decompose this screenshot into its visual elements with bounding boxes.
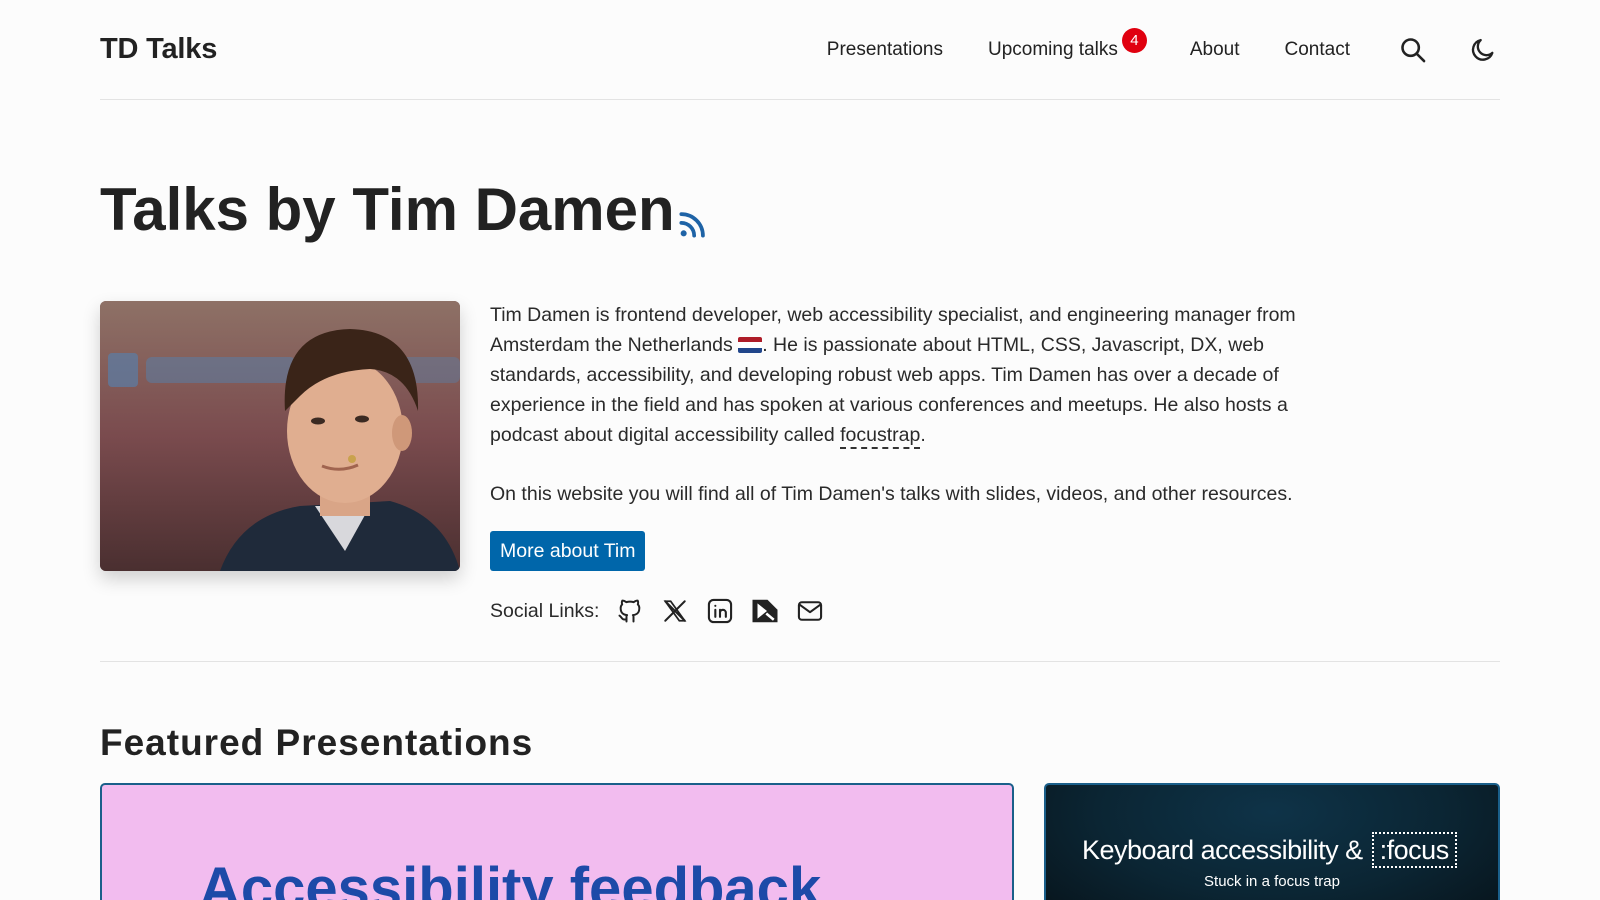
bio-paragraph-2: On this website you will find all of Tim…	[490, 483, 1293, 505]
card-title-text: Keyboard accessibility &	[1082, 835, 1363, 865]
nav-about[interactable]: About	[1190, 40, 1240, 59]
more-about-button[interactable]: More about Tim	[490, 531, 646, 571]
page-title-text: Talks by Tim Damen	[100, 176, 675, 243]
social-links: Social Links:	[490, 596, 840, 626]
card-title-focus: :focus	[1371, 832, 1457, 868]
linkedin-icon[interactable]	[705, 596, 735, 626]
bio-paragraph: Tim Damen is frontend developer, web acc…	[490, 300, 1340, 450]
page-title: Talks by Tim Damen	[100, 174, 707, 246]
bio-text: Tim Damen is frontend developer, web acc…	[490, 300, 1340, 509]
nav-upcoming-talks[interactable]: Upcoming talks 4	[987, 28, 1147, 60]
presentation-card-title: Accessibility feedback	[199, 856, 822, 900]
presentation-card-subtitle: Stuck in a focus trap	[1204, 873, 1340, 890]
section-divider	[100, 661, 1500, 662]
nav-presentations[interactable]: Presentations	[827, 40, 943, 59]
github-icon[interactable]	[615, 596, 645, 626]
moon-icon[interactable]	[1466, 33, 1500, 67]
presentation-card[interactable]: Accessibility feedback	[100, 783, 1014, 900]
nav-contact[interactable]: Contact	[1285, 40, 1350, 59]
focustrap-link[interactable]: focustrap	[840, 424, 921, 449]
nav-upcoming-talks-label: Upcoming talks	[987, 39, 1118, 60]
profile-photo-illustration	[100, 301, 460, 571]
bio-end: .	[920, 424, 926, 446]
presentation-card[interactable]: Keyboard accessibility & :focus Stuck in…	[1044, 783, 1500, 900]
upcoming-count-badge: 4	[1121, 28, 1147, 53]
mail-icon[interactable]	[795, 596, 825, 626]
profile-photo	[100, 301, 460, 571]
netherlands-flag-icon	[738, 337, 763, 353]
speakerdeck-icon[interactable]	[750, 596, 780, 626]
social-links-label: Social Links:	[490, 599, 600, 622]
main-nav: Presentations Upcoming talks 4 About Con…	[827, 28, 1500, 67]
featured-title: Featured Presentations	[100, 722, 534, 763]
brand-logo[interactable]: TD Talks	[100, 33, 217, 66]
site-header: TD Talks Presentations Upcoming talks 4 …	[100, 0, 1500, 100]
search-icon[interactable]	[1396, 33, 1430, 67]
x-icon[interactable]	[660, 596, 690, 626]
presentation-card-title: Keyboard accessibility & :focus	[1082, 832, 1457, 868]
rss-icon[interactable]	[679, 210, 707, 238]
